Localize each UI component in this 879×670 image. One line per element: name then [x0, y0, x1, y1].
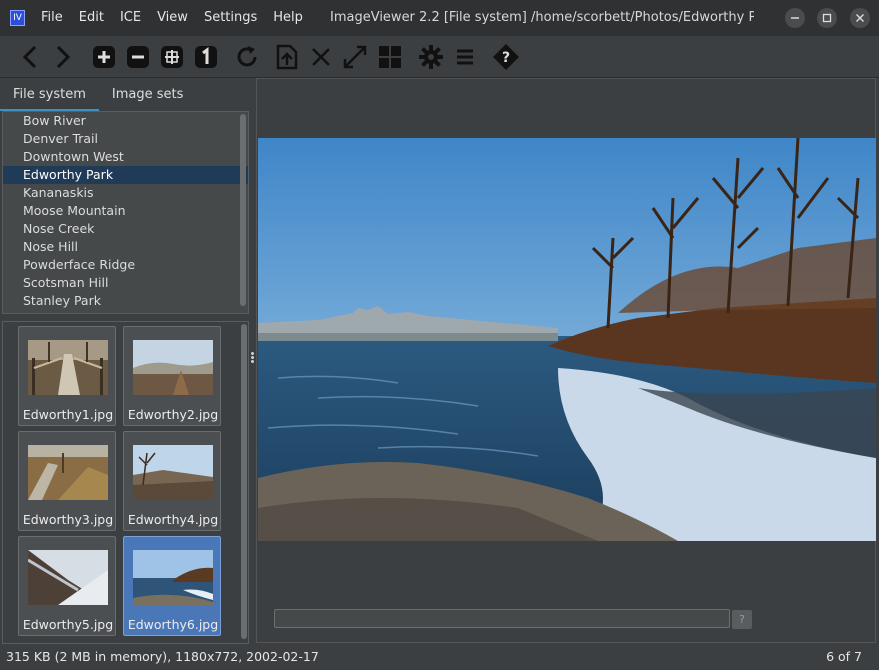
folder-list: Bow River Denver Trail Downtown West Edw… [2, 111, 249, 314]
status-info: 315 KB (2 MB in memory), 1180x772, 2002-… [6, 649, 319, 664]
status-position: 6 of 7 [826, 649, 862, 664]
fit-square-icon [161, 46, 183, 68]
thumbnail[interactable]: Edworthy1.jpg [18, 326, 116, 426]
folder-item[interactable]: Bow River [3, 112, 248, 130]
folder-item[interactable]: Powderface Ridge [3, 256, 248, 274]
thumbnail-label: Edworthy1.jpg [22, 407, 114, 422]
maximize-button[interactable] [817, 8, 837, 28]
fit-window-button[interactable] [157, 42, 187, 72]
thumbnail-label: Edworthy6.jpg [127, 617, 219, 632]
menu-bar: File Edit ICE View Settings Help [33, 0, 311, 36]
rotate-button[interactable] [232, 42, 262, 72]
image-viewer: ? [256, 78, 876, 643]
next-button[interactable] [48, 42, 78, 72]
folder-item-selected[interactable]: Edworthy Park [3, 166, 248, 184]
minus-square-icon [127, 46, 149, 68]
title-bar: IV File Edit ICE View Settings Help Imag… [0, 0, 879, 36]
window-title: ImageViewer 2.2 [File system] /home/scor… [330, 10, 754, 25]
one-square-icon [195, 46, 217, 68]
help-diamond-icon: ? [493, 44, 519, 70]
menu-help[interactable]: Help [265, 0, 311, 36]
thumbnail-grid: Edworthy1.jpg Edworthy2.jpg Edworthy3.jp… [2, 321, 249, 644]
expand-icon [343, 45, 367, 69]
tab-image-sets[interactable]: Image sets [99, 78, 197, 111]
thumbnail-image [133, 550, 213, 605]
save-button[interactable] [272, 42, 302, 72]
thumbnail[interactable]: Edworthy5.jpg [18, 536, 116, 636]
folder-item[interactable]: Moose Mountain [3, 202, 248, 220]
hamburger-icon [457, 49, 473, 65]
thumbnail-selected[interactable]: Edworthy6.jpg [123, 536, 221, 636]
thumbnail-image [133, 340, 213, 395]
progress-bar [274, 609, 730, 628]
grid-button[interactable] [375, 42, 405, 72]
left-panel: File system Image sets Bow River Denver … [0, 78, 252, 644]
close-window-button[interactable] [850, 8, 870, 28]
svg-text:?: ? [502, 50, 510, 66]
menu-settings[interactable]: Settings [196, 0, 265, 36]
close-icon [312, 48, 330, 66]
thumbnail-label: Edworthy5.jpg [22, 617, 114, 632]
progress-help-button[interactable]: ? [732, 610, 752, 629]
menu-button[interactable] [450, 42, 480, 72]
folder-item[interactable]: Nose Hill [3, 238, 248, 256]
status-bar: 315 KB (2 MB in memory), 1180x772, 2002-… [0, 645, 879, 670]
thumbnail-image [28, 445, 108, 500]
grid-icon [379, 46, 401, 68]
settings-button[interactable] [416, 42, 446, 72]
close-icon [856, 14, 864, 22]
gear-icon [419, 45, 443, 69]
folder-item[interactable]: Kananaskis [3, 184, 248, 202]
horizontal-splitter-handle[interactable] [118, 316, 132, 328]
thumbnail[interactable]: Edworthy2.jpg [123, 326, 221, 426]
plus-square-icon [93, 46, 115, 68]
folder-item[interactable]: Stanley Park [3, 292, 248, 310]
thumbnail[interactable]: Edworthy4.jpg [123, 431, 221, 531]
thumbnail[interactable]: Edworthy3.jpg [18, 431, 116, 531]
thumbnail-label: Edworthy3.jpg [22, 512, 114, 527]
main-image[interactable] [258, 138, 876, 541]
previous-button[interactable] [15, 42, 45, 72]
maximize-icon [822, 13, 832, 23]
toolbar: ? [0, 36, 879, 78]
menu-view[interactable]: View [149, 0, 196, 36]
thumbnail-label: Edworthy2.jpg [127, 407, 219, 422]
zoom-out-button[interactable] [123, 42, 153, 72]
thumbnail-image [28, 550, 108, 605]
vertical-splitter-handle[interactable] [251, 352, 255, 366]
rotate-icon [237, 46, 257, 67]
menu-file[interactable]: File [33, 0, 71, 36]
thumbnail-label: Edworthy4.jpg [127, 512, 219, 527]
menu-ice[interactable]: ICE [112, 0, 149, 36]
zoom-in-button[interactable] [89, 42, 119, 72]
save-upload-icon [276, 44, 298, 70]
thumbnail-image [28, 340, 108, 395]
minimize-button[interactable] [785, 8, 805, 28]
menu-edit[interactable]: Edit [71, 0, 112, 36]
fullscreen-button[interactable] [340, 42, 370, 72]
chevron-left-icon [22, 45, 37, 69]
minimize-icon [791, 17, 799, 19]
folder-item[interactable]: Scotsman Hill [3, 274, 248, 292]
folder-list-scrollbar[interactable] [240, 114, 246, 306]
chevron-right-icon [56, 45, 71, 69]
thumbnail-scrollbar[interactable] [241, 324, 247, 639]
folder-item[interactable]: Nose Creek [3, 220, 248, 238]
app-icon: IV [10, 10, 25, 26]
tab-file-system[interactable]: File system [0, 78, 99, 111]
help-button[interactable]: ? [491, 42, 521, 72]
folder-item[interactable]: Downtown West [3, 148, 248, 166]
actual-size-button[interactable] [191, 42, 221, 72]
tab-bar: File system Image sets [0, 78, 252, 111]
folder-item[interactable]: Denver Trail [3, 130, 248, 148]
delete-button[interactable] [306, 42, 336, 72]
thumbnail-image [133, 445, 213, 500]
